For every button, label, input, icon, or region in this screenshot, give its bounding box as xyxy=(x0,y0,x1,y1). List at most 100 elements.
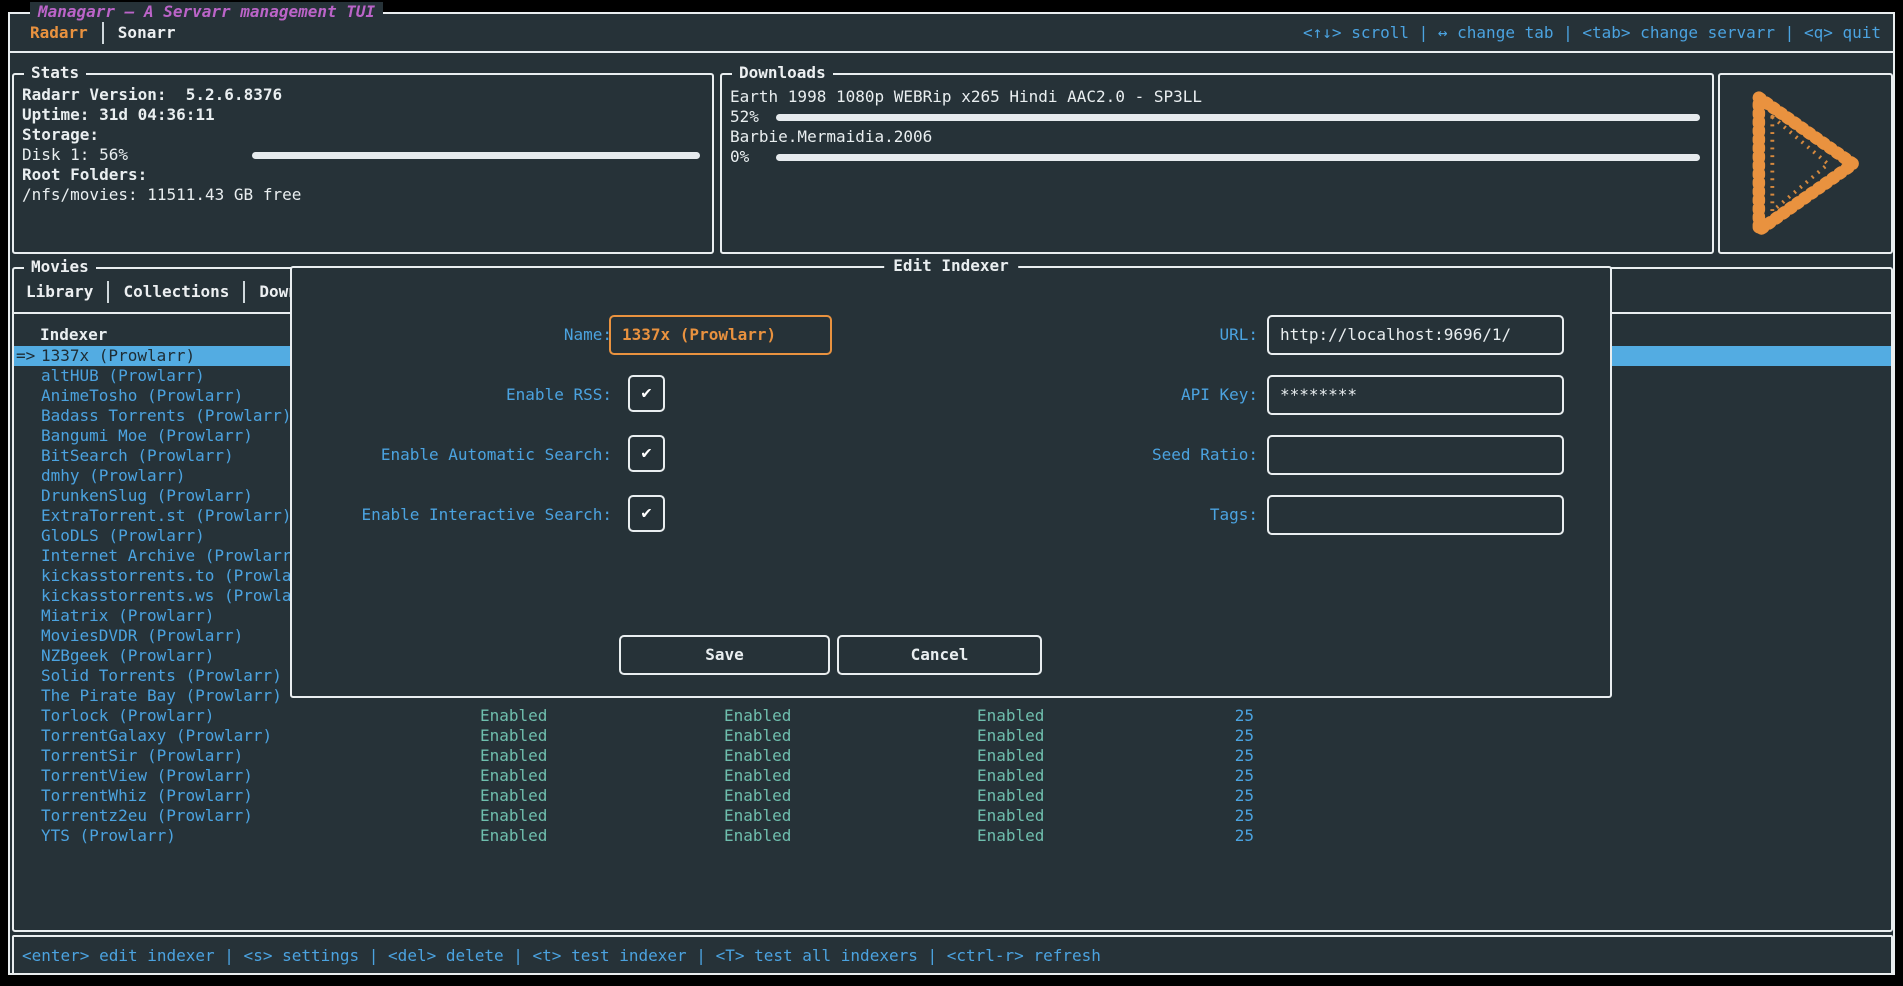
interactive-search-status: Enabled xyxy=(977,766,1044,786)
cancel-button[interactable]: Cancel xyxy=(837,635,1042,675)
seed-ratio-input[interactable] xyxy=(1267,435,1564,475)
uptime-label: Uptime: xyxy=(22,105,89,125)
rss-status: Enabled xyxy=(480,706,547,726)
url-input[interactable]: http://localhost:9696/1/ xyxy=(1267,315,1564,355)
indexer-name: MoviesDVDR (Prowlarr) xyxy=(41,626,243,646)
tab-sonarr[interactable]: Sonarr xyxy=(118,23,176,42)
footer-keybind-bar: <enter> edit indexer | <s> settings | <d… xyxy=(12,935,1893,975)
api-key-input[interactable]: ******** xyxy=(1267,375,1564,415)
stats-panel-title: Stats xyxy=(24,63,86,82)
table-row[interactable]: YTS (Prowlarr)EnabledEnabledEnabled25 xyxy=(14,826,1891,846)
tab-collections[interactable]: Collections xyxy=(123,282,229,301)
indexer-name: TorrentSir (Prowlarr) xyxy=(41,746,243,766)
interactive-search-status: Enabled xyxy=(977,806,1044,826)
indexer-name: Solid Torrents (Prowlarr) xyxy=(41,666,282,686)
logo-panel xyxy=(1718,73,1893,254)
api-key-label: API Key: xyxy=(292,385,1258,405)
indexer-name: Internet Archive (Prowlarr) xyxy=(41,546,301,566)
indexer-name: dmhy (Prowlarr) xyxy=(41,466,186,486)
table-row[interactable]: TorrentSir (Prowlarr) Enabled Enabled Enabl… xyxy=(14,746,1891,766)
radarr-version: Radarr Version: 5.2.6.8376 xyxy=(22,85,704,105)
automatic-search-status: Enabled xyxy=(724,786,791,806)
downloads-panel: Downloads Earth 1998 1080p WEBRip x265 H… xyxy=(720,73,1714,254)
indexer-name: Bangumi Moe (Prowlarr) xyxy=(41,426,253,446)
automatic-search-status: Enabled xyxy=(724,726,791,746)
indexer-name: ExtraTorrent.st (Prowlarr) xyxy=(41,506,291,526)
version-label: Radarr Version: xyxy=(22,85,167,105)
indexer-name: AnimeTosho (Prowlarr) xyxy=(41,386,243,406)
priority-value: 25 xyxy=(1194,826,1254,846)
disk-usage-bar xyxy=(252,152,700,159)
rss-status: Enabled xyxy=(480,766,547,786)
indexer-name: Torlock (Prowlarr) xyxy=(41,706,214,726)
rss-status: Enabled xyxy=(480,806,547,826)
uptime: Uptime: 31d 04:36:11 xyxy=(22,105,704,125)
indexer-name: BitSearch (Prowlarr) xyxy=(41,446,234,466)
priority-value: 25 xyxy=(1194,806,1254,826)
indexer-name: Torrentz2eu (Prowlarr) xyxy=(41,806,253,826)
tags-input[interactable] xyxy=(1267,495,1564,535)
indexer-name: The Pirate Bay (Prowlarr) xyxy=(41,686,282,706)
version-value: 5.2.6.8376 xyxy=(186,85,282,105)
interactive-search-status: Enabled xyxy=(977,786,1044,806)
automatic-search-status: Enabled xyxy=(724,746,791,766)
storage-heading: Storage: xyxy=(22,125,704,145)
indexer-name: GloDLS (Prowlarr) xyxy=(41,526,205,546)
table-row[interactable]: TorrentWhiz (Prowlarr) Enabled Enabled Enab… xyxy=(14,786,1891,806)
download-progress-bar xyxy=(776,154,1700,161)
tab-radarr[interactable]: Radarr xyxy=(30,23,88,42)
root-folder: /nfs/movies: 11511.43 GB free xyxy=(22,185,704,205)
priority-value: 25 xyxy=(1194,766,1254,786)
edit-indexer-modal: Edit Indexer Name: 1337x (Prowlarr) URL:… xyxy=(290,266,1612,698)
footer-keybind-help: <enter> edit indexer | <s> settings | <d… xyxy=(14,946,1101,965)
indexer-name: DrunkenSlug (Prowlarr) xyxy=(41,486,253,506)
indexer-name: YTS (Prowlarr) xyxy=(41,826,176,846)
automatic-search-status: Enabled xyxy=(724,706,791,726)
download-percent-label: 0% xyxy=(730,147,776,167)
rss-status: Enabled xyxy=(480,746,547,766)
interactive-search-status: Enabled xyxy=(977,746,1044,766)
tab-divider xyxy=(107,281,109,303)
indexer-name: NZBgeek (Prowlarr) xyxy=(41,646,214,666)
table-row[interactable]: TorrentGalaxy (Prowlarr)EnabledEnabledEn… xyxy=(14,726,1891,746)
url-label: URL: xyxy=(292,325,1258,345)
servarr-tab-bar: Radarr Sonarr <↑↓> scroll | ↔ change tab… xyxy=(10,14,1893,53)
disk-usage-row: Disk 1: 56% xyxy=(22,145,704,165)
download-item-progress: 0% xyxy=(730,147,1704,167)
indexer-name: Miatrix (Prowlarr) xyxy=(41,606,214,626)
disk-usage-label: Disk 1: 56% xyxy=(22,145,252,165)
managarr-play-icon xyxy=(1743,88,1869,240)
automatic-search-status: Enabled xyxy=(724,826,791,846)
table-row[interactable]: Torrentz2eu (Prowlarr)EnabledEnabledEnab… xyxy=(14,806,1891,826)
tags-label: Tags: xyxy=(292,505,1258,525)
download-item-name: Barbie.Mermaidia.2006 xyxy=(730,127,1704,147)
edit-indexer-modal-title: Edit Indexer xyxy=(884,256,1018,275)
root-folders-heading: Root Folders: xyxy=(22,165,704,185)
indexer-name: TorrentView (Prowlarr) xyxy=(41,766,253,786)
download-percent-label: 52% xyxy=(730,107,776,127)
stats-panel: Stats Radarr Version: 5.2.6.8376 Uptime:… xyxy=(12,73,714,254)
indexer-column-header: Indexer xyxy=(40,325,107,345)
table-row[interactable]: Torlock (Prowlarr)EnabledEnabledEnabled2… xyxy=(14,706,1891,726)
downloads-panel-title: Downloads xyxy=(732,63,833,82)
indexer-name: TorrentWhiz (Prowlarr) xyxy=(41,786,253,806)
indexer-name: Badass Torrents (Prowlarr) xyxy=(41,406,291,426)
rss-status: Enabled xyxy=(480,786,547,806)
rss-status: Enabled xyxy=(480,826,547,846)
tab-divider xyxy=(243,281,245,303)
interactive-search-status: Enabled xyxy=(977,726,1044,746)
tab-library[interactable]: Library xyxy=(26,282,93,301)
indexer-name: kickasstorrents.ws (Prowlarr) xyxy=(41,586,320,606)
selected-row-pointer: => xyxy=(16,346,35,366)
indexer-name: altHUB (Prowlarr) xyxy=(41,366,205,386)
download-item-name: Earth 1998 1080p WEBRip x265 Hindi AAC2.… xyxy=(730,87,1704,107)
uptime-value: 31d 04:36:11 xyxy=(99,105,215,125)
priority-value: 25 xyxy=(1194,786,1254,806)
indexer-name: TorrentGalaxy (Prowlarr) xyxy=(41,726,272,746)
table-row[interactable]: TorrentView (Prowlarr)EnabledEnabledEnab… xyxy=(14,766,1891,786)
tab-divider xyxy=(102,22,104,44)
seed-ratio-label: Seed Ratio: xyxy=(292,445,1258,465)
save-button[interactable]: Save xyxy=(619,635,830,675)
priority-value: 25 xyxy=(1194,726,1254,746)
interactive-search-status: Enabled xyxy=(977,706,1044,726)
